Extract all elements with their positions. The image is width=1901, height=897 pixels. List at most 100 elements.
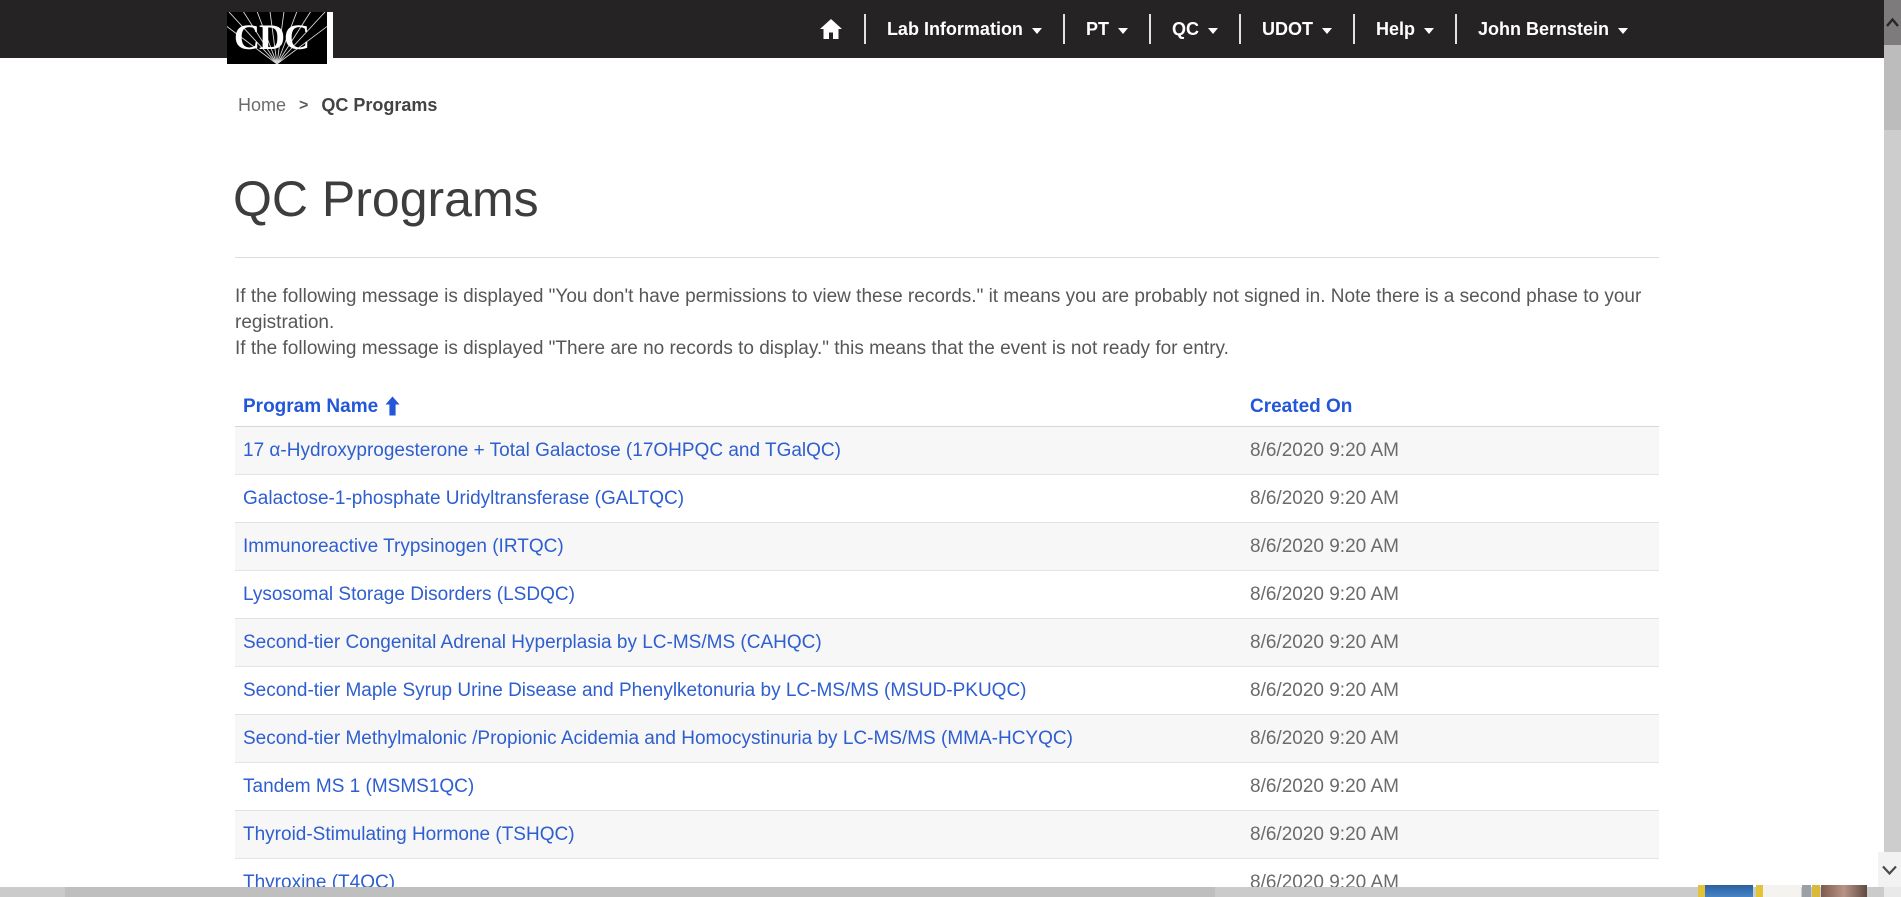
program-name-link[interactable]: Thyroid-Stimulating Hormone (TSHQC): [243, 824, 575, 845]
breadcrumb: Home > QC Programs: [238, 95, 437, 116]
program-name-cell: Second-tier Congenital Adrenal Hyperplas…: [235, 632, 1250, 654]
chevron-up-icon: [1886, 18, 1899, 27]
column-header-created-on[interactable]: Created On: [1250, 396, 1659, 418]
main-navigation: Lab Information PT QC UDOT Help John Bernstei…: [798, 0, 1649, 58]
intro-line-2: registration.: [235, 310, 1695, 336]
table-row: Immunoreactive Trypsinogen (IRTQC) 8/6/20…: [235, 523, 1659, 571]
horizontal-scrollbar-thumb[interactable]: [65, 887, 1215, 897]
scrollbar-corner: [1884, 887, 1901, 897]
program-name-link[interactable]: Immunoreactive Trypsinogen (IRTQC): [243, 536, 564, 557]
nav-separator: [1455, 14, 1457, 44]
program-name-cell: Thyroxine (T4QC): [235, 872, 1250, 888]
sliver-yellow-segment: [1756, 885, 1763, 897]
horizontal-scrollbar[interactable]: [0, 887, 1884, 897]
nav-item-home[interactable]: [798, 0, 864, 58]
table-row: 17 α-Hydroxyprogesterone + Total Galacto…: [235, 427, 1659, 475]
vertical-scrollbar[interactable]: [1884, 0, 1901, 897]
created-on-cell: 8/6/2020 9:20 AM: [1250, 680, 1659, 702]
title-divider: [235, 257, 1659, 258]
nav-item-label: QC: [1172, 19, 1199, 40]
top-navigation-bar: CDC Lab Information PT QC UDOT Help John Bern…: [0, 0, 1884, 58]
chevron-down-icon: [1882, 865, 1897, 875]
page-title: QC Programs: [233, 170, 539, 228]
table-row: Lysosomal Storage Disorders (LSDQC) 8/6/2…: [235, 571, 1659, 619]
cdc-logo[interactable]: CDC: [227, 12, 333, 64]
sliver-yellow-segment: [1812, 885, 1820, 897]
sliver-gray-segment: [1802, 885, 1811, 897]
nav-item-label: PT: [1086, 19, 1109, 40]
table-row: Thyroid-Stimulating Hormone (TSHQC) 8/6/2…: [235, 811, 1659, 859]
program-name-cell: Immunoreactive Trypsinogen (IRTQC): [235, 536, 1250, 558]
program-name-cell: 17 α-Hydroxyprogesterone + Total Galacto…: [235, 440, 1250, 462]
program-name-link[interactable]: Second-tier Maple Syrup Urine Disease an…: [243, 680, 1027, 701]
table-row: Second-tier Methylmalonic /Propionic Aci…: [235, 715, 1659, 763]
chevron-down-icon: [1322, 28, 1332, 34]
column-header-program-name[interactable]: Program Name: [235, 396, 1250, 418]
program-name-link[interactable]: Lysosomal Storage Disorders (LSDQC): [243, 584, 575, 605]
cdc-logo-text: CDC: [234, 16, 309, 58]
sliver-light-segment: [1763, 885, 1801, 897]
breadcrumb-home-link[interactable]: Home: [238, 95, 286, 116]
table-row: Second-tier Congenital Adrenal Hyperplas…: [235, 619, 1659, 667]
program-name-cell: Galactose-1-phosphate Uridyltransferase …: [235, 488, 1250, 510]
nav-item-label: Lab Information: [887, 19, 1023, 40]
vertical-scrollbar-thumb[interactable]: [1884, 45, 1901, 130]
qc-programs-table: Program Name Created On 17 α-Hydroxyprog…: [235, 388, 1659, 887]
nav-separator: [1063, 14, 1065, 44]
program-name-cell: Tandem MS 1 (MSMS1QC): [235, 776, 1250, 798]
chevron-down-icon: [1208, 28, 1218, 34]
program-name-link[interactable]: Second-tier Congenital Adrenal Hyperplas…: [243, 632, 822, 653]
nav-item-label: Help: [1376, 19, 1415, 40]
program-name-cell: Second-tier Maple Syrup Urine Disease an…: [235, 680, 1250, 702]
created-on-cell: 8/6/2020 9:20 AM: [1250, 872, 1659, 888]
table-body: 17 α-Hydroxyprogesterone + Total Galacto…: [235, 427, 1659, 887]
breadcrumb-separator: >: [299, 97, 308, 115]
program-name-link[interactable]: Second-tier Methylmalonic /Propionic Aci…: [243, 728, 1073, 749]
program-name-link[interactable]: 17 α-Hydroxyprogesterone + Total Galacto…: [243, 440, 841, 461]
table-row: Second-tier Maple Syrup Urine Disease an…: [235, 667, 1659, 715]
table-header-row: Program Name Created On: [235, 388, 1659, 427]
created-on-cell: 8/6/2020 9:20 AM: [1250, 632, 1659, 654]
program-name-cell: Thyroid-Stimulating Hormone (TSHQC): [235, 824, 1250, 846]
program-name-cell: Second-tier Methylmalonic /Propionic Aci…: [235, 728, 1250, 750]
nav-item-lab-information[interactable]: Lab Information: [866, 0, 1063, 58]
column-header-program-name-label: Program Name: [243, 396, 378, 418]
breadcrumb-current-page: QC Programs: [321, 95, 437, 116]
sliver-brown-segment: [1821, 885, 1867, 897]
table-row: Galactose-1-phosphate Uridyltransferase …: [235, 475, 1659, 523]
scroll-up-button[interactable]: [1884, 0, 1901, 45]
nav-item-help[interactable]: Help: [1355, 0, 1455, 58]
browser-viewport: CDC Lab Information PT QC UDOT Help John Bern…: [0, 0, 1901, 897]
created-on-cell: 8/6/2020 9:20 AM: [1250, 776, 1659, 798]
nav-separator: [1149, 14, 1151, 44]
created-on-cell: 8/6/2020 9:20 AM: [1250, 824, 1659, 846]
nav-item-udot[interactable]: UDOT: [1241, 0, 1353, 58]
program-name-cell: Lysosomal Storage Disorders (LSDQC): [235, 584, 1250, 606]
nav-separator: [1239, 14, 1241, 44]
sort-ascending-icon: [385, 396, 400, 416]
created-on-cell: 8/6/2020 9:20 AM: [1250, 440, 1659, 462]
created-on-cell: 8/6/2020 9:20 AM: [1250, 536, 1659, 558]
program-name-link[interactable]: Thyroxine (T4QC): [243, 872, 395, 888]
scroll-down-button[interactable]: [1878, 852, 1901, 887]
program-name-link[interactable]: Tandem MS 1 (MSMS1QC): [243, 776, 474, 797]
nav-separator: [864, 14, 866, 44]
intro-text: If the following message is displayed "Y…: [235, 284, 1695, 362]
intro-line-1: If the following message is displayed "Y…: [235, 284, 1695, 310]
sliver-blue-segment: [1705, 885, 1753, 897]
nav-item-user-john-bernstein[interactable]: John Bernstein: [1457, 0, 1649, 58]
nav-item-qc[interactable]: QC: [1151, 0, 1239, 58]
background-window-sliver: [1698, 885, 1870, 897]
home-icon: [819, 18, 843, 40]
created-on-cell: 8/6/2020 9:20 AM: [1250, 488, 1659, 510]
sliver-yellow-segment: [1698, 885, 1705, 897]
chevron-down-icon: [1424, 28, 1434, 34]
program-name-link[interactable]: Galactose-1-phosphate Uridyltransferase …: [243, 488, 684, 509]
nav-item-pt[interactable]: PT: [1065, 0, 1149, 58]
table-row: Tandem MS 1 (MSMS1QC) 8/6/2020 9:20 AM: [235, 763, 1659, 811]
column-header-created-on-label: Created On: [1250, 396, 1352, 418]
table-row: Thyroxine (T4QC) 8/6/2020 9:20 AM: [235, 859, 1659, 887]
created-on-cell: 8/6/2020 9:20 AM: [1250, 728, 1659, 750]
chevron-down-icon: [1118, 28, 1128, 34]
created-on-cell: 8/6/2020 9:20 AM: [1250, 584, 1659, 606]
